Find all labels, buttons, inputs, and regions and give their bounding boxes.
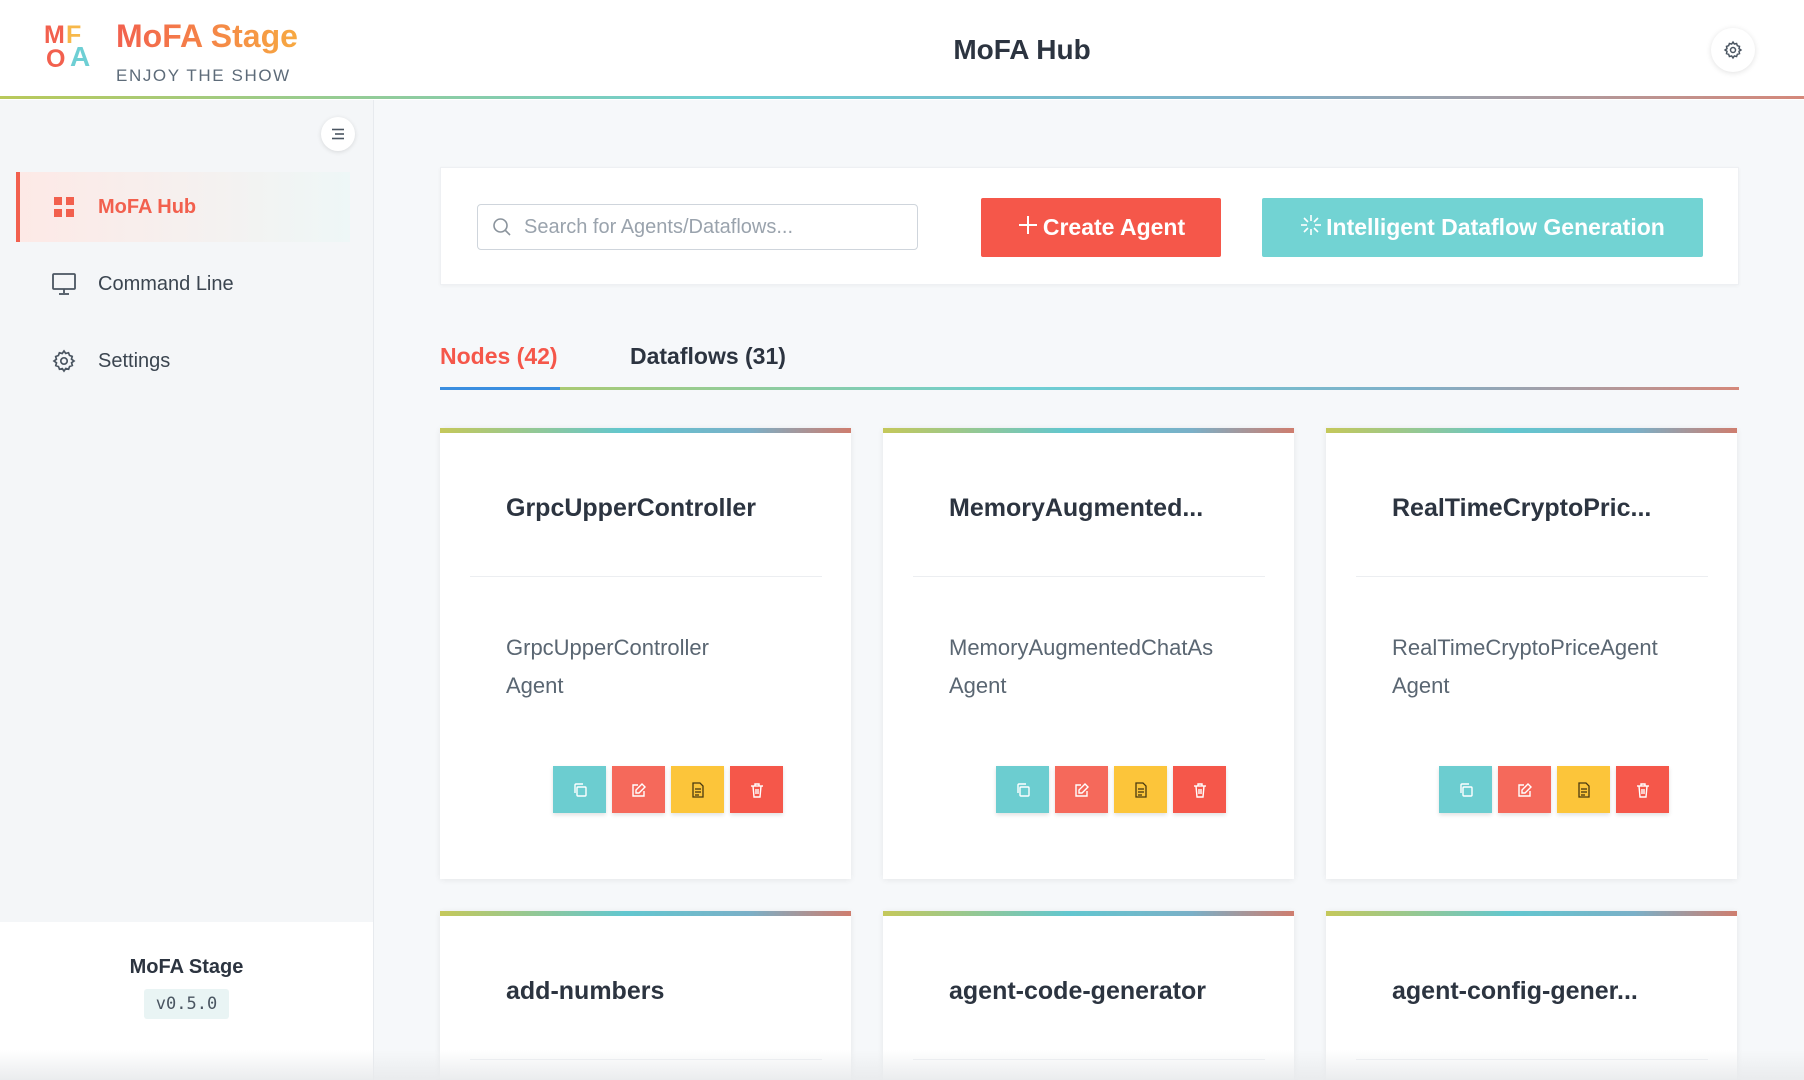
menu-fold-icon	[332, 128, 344, 140]
copy-icon	[1016, 782, 1030, 797]
edit-button[interactable]	[1498, 766, 1551, 813]
sidebar-item-command-line[interactable]: Command Line	[16, 249, 350, 319]
edit-button[interactable]	[1055, 766, 1108, 813]
footer-app-name: MoFA Stage	[129, 956, 244, 978]
card-actions	[1439, 766, 1669, 813]
header-settings-button[interactable]	[1711, 28, 1755, 72]
loading-spark-icon	[1300, 214, 1322, 242]
card-description-line: RealTimeCryptoPriceAgent	[1392, 635, 1658, 660]
sidebar-item-label: Settings	[98, 349, 171, 372]
sidebar-item-label: MoFA Hub	[98, 195, 197, 218]
create-agent-label: Create Agent	[1042, 214, 1186, 240]
card-description-line: Agent	[949, 673, 1007, 698]
card-description-line: Agent	[506, 673, 564, 698]
card-actions	[996, 766, 1226, 813]
gear-icon	[1723, 40, 1743, 60]
search-input[interactable]	[524, 215, 904, 239]
version-badge: v0.5.0	[143, 989, 230, 1019]
node-card[interactable]: GrpcUpperController GrpcUpperController …	[440, 428, 851, 879]
card-title: add-numbers	[506, 977, 665, 1005]
copy-icon	[573, 782, 587, 797]
card-divider	[1356, 576, 1708, 577]
copy-button[interactable]	[1439, 766, 1492, 813]
copy-button[interactable]	[996, 766, 1049, 813]
sidebar-collapse-button[interactable]	[321, 117, 355, 151]
search-icon	[493, 218, 511, 236]
search-box[interactable]	[477, 204, 918, 250]
edit-icon	[1517, 782, 1532, 797]
copy-button[interactable]	[553, 766, 606, 813]
trash-icon	[750, 782, 763, 798]
delete-button[interactable]	[1173, 766, 1226, 813]
hub-tabs: Nodes (42) Dataflows (31)	[440, 333, 1739, 393]
active-tab-indicator	[440, 387, 560, 390]
document-icon	[1577, 781, 1590, 798]
card-description: MemoryAugmentedChatAs Agent	[949, 629, 1231, 705]
document-button[interactable]	[1557, 766, 1610, 813]
document-button[interactable]	[671, 766, 724, 813]
header-gradient-line	[0, 96, 1804, 99]
card-description-line: MemoryAugmentedChatAs	[949, 635, 1214, 660]
grid-icon	[50, 193, 78, 221]
card-gradient-line	[440, 911, 851, 916]
card-gradient-line	[440, 428, 851, 433]
bottom-fade	[0, 1050, 1804, 1080]
intelligent-dataflow-button[interactable]: Intelligent Dataflow Generation	[1262, 198, 1703, 257]
document-button[interactable]	[1114, 766, 1167, 813]
card-gradient-line	[883, 428, 1294, 433]
sidebar-item-settings[interactable]: Settings	[16, 326, 350, 396]
tab-nodes[interactable]: Nodes (42)	[440, 343, 558, 370]
card-title: agent-code-generator	[949, 977, 1206, 1005]
tabs-divider	[440, 387, 1739, 390]
card-divider	[913, 576, 1265, 577]
edit-button[interactable]	[612, 766, 665, 813]
card-title: GrpcUpperController	[506, 494, 757, 522]
app-header: M F O A MoFA Stage ENJOY THE SHOW MoFA H…	[0, 0, 1804, 100]
brand-subtitle: ENJOY THE SHOW	[116, 66, 291, 85]
card-title: MemoryAugmented...	[949, 494, 1204, 522]
card-title: RealTimeCryptoPric...	[1392, 494, 1652, 522]
edit-icon	[631, 782, 646, 797]
hub-toolbar: Create Agent Intelligent Dataflow Genera…	[440, 167, 1739, 285]
trash-icon	[1193, 782, 1206, 798]
plus-icon	[1017, 214, 1039, 242]
trash-icon	[1636, 782, 1649, 798]
card-gradient-line	[1326, 911, 1737, 916]
edit-icon	[1074, 782, 1089, 797]
document-icon	[1134, 781, 1147, 798]
node-card[interactable]: RealTimeCryptoPric... RealTimeCryptoPric…	[1326, 428, 1737, 879]
card-description: GrpcUpperController Agent	[506, 629, 788, 705]
delete-button[interactable]	[1616, 766, 1669, 813]
sidebar-item-label: Command Line	[98, 272, 234, 295]
sidebar-item-mofa-hub[interactable]: MoFA Hub	[16, 172, 350, 242]
delete-button[interactable]	[730, 766, 783, 813]
card-actions	[553, 766, 783, 813]
gear-icon	[50, 347, 78, 375]
card-title: agent-config-gener...	[1392, 977, 1638, 1005]
card-description: RealTimeCryptoPriceAgent Agent	[1392, 629, 1674, 705]
card-description-line: Agent	[1392, 673, 1450, 698]
card-divider	[470, 576, 822, 577]
card-gradient-line	[1326, 428, 1737, 433]
tab-dataflows[interactable]: Dataflows (31)	[630, 343, 786, 370]
monitor-icon	[50, 270, 78, 298]
card-gradient-line	[883, 911, 1294, 916]
sidebar: MoFA Hub Command Line Settings MoFA Stag…	[0, 100, 374, 1080]
card-description-line: GrpcUpperController	[506, 635, 709, 660]
node-card[interactable]: MemoryAugmented... MemoryAugmentedChatAs…	[883, 428, 1294, 879]
copy-icon	[1459, 782, 1473, 797]
document-icon	[691, 781, 704, 798]
page-title: MoFA Hub	[953, 34, 1091, 65]
intelligent-dataflow-label: Intelligent Dataflow Generation	[1326, 214, 1665, 240]
create-agent-button[interactable]: Create Agent	[981, 198, 1221, 257]
